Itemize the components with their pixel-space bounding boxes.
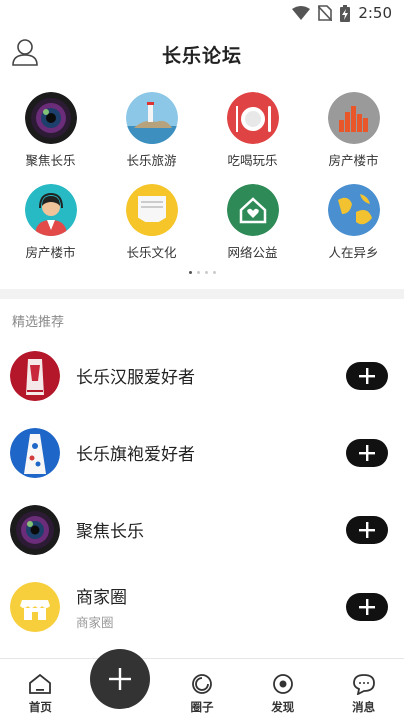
category-label: 人在异乡 bbox=[328, 245, 379, 260]
create-post-button[interactable] bbox=[90, 649, 150, 709]
category-label: 网络公益 bbox=[227, 245, 278, 260]
hanfu-avatar bbox=[10, 350, 60, 401]
status-time: 2:50 bbox=[358, 4, 392, 22]
page-dot bbox=[212, 271, 216, 274]
plus-icon bbox=[359, 367, 375, 384]
page-dot-active bbox=[188, 271, 192, 274]
list-item[interactable]: 长乐汉服爱好者 bbox=[0, 337, 404, 414]
tab-messages[interactable]: 消息 bbox=[323, 659, 404, 720]
list-item[interactable]: 聚焦长乐 bbox=[0, 491, 404, 568]
user-profile-button[interactable] bbox=[12, 38, 40, 68]
home-icon bbox=[29, 673, 52, 694]
battery-charging-icon bbox=[340, 4, 351, 22]
join-group-button[interactable] bbox=[346, 515, 388, 544]
category-food[interactable]: 吃喝玩乐 bbox=[202, 92, 303, 176]
globe-icon bbox=[327, 184, 380, 236]
chat-bubble-icon bbox=[352, 674, 375, 695]
top-bar: 长乐论坛 bbox=[0, 26, 404, 82]
camera-lens-avatar bbox=[10, 504, 60, 555]
headset-agent-icon bbox=[24, 184, 77, 236]
page-title: 长乐论坛 bbox=[161, 44, 242, 67]
category-label: 吃喝玩乐 bbox=[227, 153, 278, 168]
category-label: 聚焦长乐 bbox=[25, 153, 76, 168]
tab-home[interactable]: 首页 bbox=[0, 659, 81, 720]
tab-label: 消息 bbox=[352, 700, 376, 714]
tab-label: 发现 bbox=[271, 700, 295, 714]
category-charity[interactable]: 网络公益 bbox=[202, 184, 303, 268]
page-dot bbox=[196, 271, 200, 274]
category-label: 房产楼市 bbox=[25, 245, 76, 260]
join-group-button[interactable] bbox=[346, 361, 388, 390]
status-bar: 2:50 bbox=[0, 0, 404, 26]
plus-icon bbox=[109, 668, 131, 690]
wifi-icon bbox=[292, 6, 311, 20]
list-item[interactable]: 长乐旗袍爱好者 bbox=[0, 414, 404, 491]
page-dot bbox=[204, 271, 208, 274]
circle-community-icon bbox=[192, 674, 212, 694]
category-away-from-home[interactable]: 人在异乡 bbox=[303, 184, 404, 268]
dining-plate-icon bbox=[226, 92, 279, 144]
section-divider bbox=[0, 289, 404, 299]
page-indicator bbox=[0, 271, 404, 279]
envelope-icon bbox=[125, 184, 178, 236]
category-grid: 聚焦长乐 长乐旅游 吃喝玩乐 房产楼市 房产楼市 长乐文化 网络公益 人在异乡 bbox=[0, 82, 404, 268]
lighthouse-icon bbox=[125, 92, 178, 144]
tab-discover[interactable]: 发现 bbox=[242, 659, 323, 720]
category-travel[interactable]: 长乐旅游 bbox=[101, 92, 202, 176]
qipao-avatar bbox=[10, 427, 60, 478]
list-item[interactable]: 商家圈 商家圈 bbox=[0, 568, 404, 645]
charity-house-icon bbox=[226, 184, 279, 236]
user-icon bbox=[12, 39, 38, 66]
plus-icon bbox=[359, 521, 375, 538]
camera-lens-icon bbox=[24, 92, 77, 144]
category-real-estate[interactable]: 房产楼市 bbox=[303, 92, 404, 176]
category-label: 长乐文化 bbox=[126, 245, 177, 260]
category-focus-changle[interactable]: 聚焦长乐 bbox=[0, 92, 101, 176]
buildings-icon bbox=[327, 92, 380, 144]
tab-circle[interactable]: 圈子 bbox=[162, 659, 243, 720]
category-real-estate-2[interactable]: 房产楼市 bbox=[0, 184, 101, 268]
category-culture[interactable]: 长乐文化 bbox=[101, 184, 202, 268]
shop-avatar bbox=[10, 581, 60, 632]
category-label: 长乐旅游 bbox=[126, 153, 177, 168]
plus-icon bbox=[359, 598, 375, 615]
tab-label: 圈子 bbox=[190, 700, 214, 714]
tab-label: 首页 bbox=[28, 700, 52, 714]
join-group-button[interactable] bbox=[346, 592, 388, 621]
bottom-tab-bar: 首页 圈子 发现 消息 bbox=[0, 658, 404, 720]
no-sim-icon bbox=[318, 5, 333, 21]
plus-icon bbox=[359, 444, 375, 461]
section-title: 精选推荐 bbox=[12, 315, 65, 330]
join-group-button[interactable] bbox=[346, 438, 388, 467]
compass-icon bbox=[272, 674, 293, 694]
category-label: 房产楼市 bbox=[328, 153, 379, 168]
